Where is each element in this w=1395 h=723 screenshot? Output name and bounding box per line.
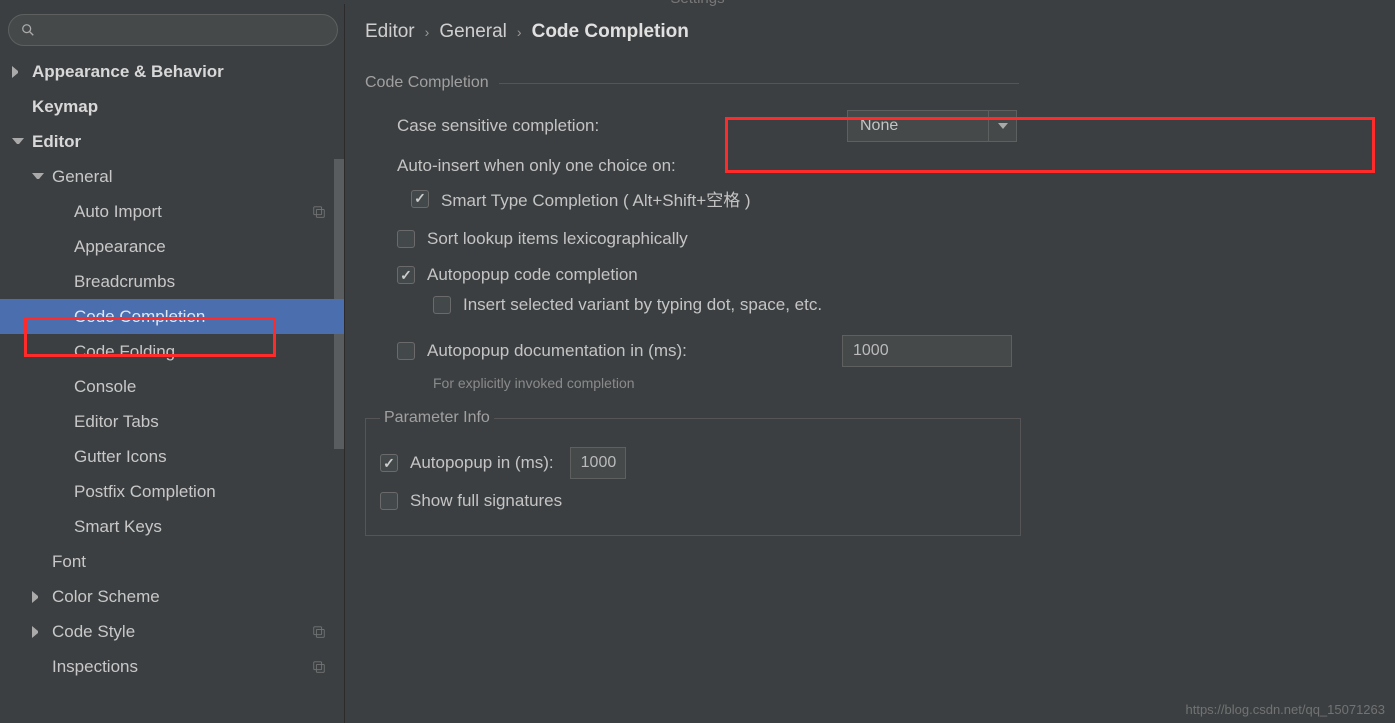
- tree-item-label: General: [52, 167, 112, 187]
- tree-item-console[interactable]: Console: [0, 369, 344, 404]
- param-autopopup-label: Autopopup in (ms):: [410, 453, 554, 473]
- tree-item-label: Code Style: [52, 622, 135, 642]
- breadcrumb-editor[interactable]: Editor: [365, 21, 415, 43]
- project-scope-icon: [312, 660, 326, 674]
- tree-item-label: Postfix Completion: [74, 482, 216, 502]
- tree-item-code-completion[interactable]: Code Completion: [0, 299, 344, 334]
- dropdown-button[interactable]: [988, 111, 1016, 141]
- tree-item-keymap[interactable]: Keymap: [0, 89, 344, 124]
- tree-item-label: Editor Tabs: [74, 412, 159, 432]
- auto-insert-label: Auto-insert when only one choice on:: [397, 156, 676, 176]
- autopopup-code-checkbox[interactable]: [397, 266, 415, 284]
- autopopup-doc-hint: For explicitly invoked completion: [433, 375, 1375, 391]
- tree-item-label: Keymap: [32, 97, 98, 117]
- autopopup-code-label: Autopopup code completion: [427, 265, 638, 285]
- tree-item-label: Color Scheme: [52, 587, 160, 607]
- tree-item-code-folding[interactable]: Code Folding: [0, 334, 344, 369]
- tree-item-font[interactable]: Font: [0, 544, 344, 579]
- breadcrumb-general[interactable]: General: [439, 21, 507, 43]
- tree-item-label: Console: [74, 377, 136, 397]
- settings-container: Appearance & Behavior Keymap Editor General…: [0, 4, 1395, 723]
- tree-item-appearance[interactable]: Appearance: [0, 229, 344, 264]
- case-sensitive-label: Case sensitive completion:: [397, 116, 847, 136]
- divider: [499, 83, 1019, 84]
- main-panel: Editor › General › Code Completion Code …: [345, 4, 1395, 723]
- search-input[interactable]: [8, 14, 338, 46]
- project-scope-icon: [312, 205, 326, 219]
- sort-lex-checkbox[interactable]: [397, 230, 415, 248]
- tree-item-general[interactable]: General: [0, 159, 344, 194]
- smart-type-label: Smart Type Completion ( Alt+Shift+空格 ): [441, 186, 751, 211]
- tree-item-label: Breadcrumbs: [74, 272, 175, 292]
- breadcrumb-current: Code Completion: [532, 21, 689, 43]
- tree-item-label: Appearance & Behavior: [32, 62, 224, 82]
- select-value: None: [848, 117, 988, 135]
- show-full-signatures-checkbox[interactable]: [380, 492, 398, 510]
- parameter-info-legend: Parameter Info: [380, 409, 494, 427]
- tree-item-label: Gutter Icons: [74, 447, 167, 467]
- chevron-right-icon: ›: [425, 24, 430, 40]
- smart-type-checkbox[interactable]: [411, 190, 429, 208]
- tree-item-color-scheme[interactable]: Color Scheme: [0, 579, 344, 614]
- tree-item-gutter-icons[interactable]: Gutter Icons: [0, 439, 344, 474]
- tree-item-code-style[interactable]: Code Style: [0, 614, 344, 649]
- tree-item-smart-keys[interactable]: Smart Keys: [0, 509, 344, 544]
- tree-item-label: Inspections: [52, 657, 138, 677]
- watermark: https://blog.csdn.net/qq_15071263: [1186, 702, 1386, 717]
- tree-item-postfix-completion[interactable]: Postfix Completion: [0, 474, 344, 509]
- tree-item-auto-import[interactable]: Auto Import: [0, 194, 344, 229]
- param-autopopup-input[interactable]: 1000: [570, 447, 626, 479]
- tree-item-editor[interactable]: Editor: [0, 124, 344, 159]
- tree-item-inspections[interactable]: Inspections: [0, 649, 344, 684]
- tree-item-editor-tabs[interactable]: Editor Tabs: [0, 404, 344, 439]
- chevron-right-icon: [12, 66, 24, 78]
- tree-item-appearance-behavior[interactable]: Appearance & Behavior: [0, 54, 344, 89]
- chevron-down-icon: [998, 123, 1008, 129]
- insert-variant-label: Insert selected variant by typing dot, s…: [463, 295, 822, 315]
- sort-lex-label: Sort lookup items lexicographically: [427, 229, 688, 249]
- parameter-info-group: Parameter Info Autopopup in (ms): 1000 S…: [365, 409, 1021, 536]
- autopopup-doc-label: Autopopup documentation in (ms):: [427, 341, 842, 361]
- autopopup-doc-checkbox[interactable]: [397, 342, 415, 360]
- tree-item-breadcrumbs[interactable]: Breadcrumbs: [0, 264, 344, 299]
- search-wrap: [0, 4, 344, 54]
- section-label: Code Completion: [365, 74, 489, 92]
- tree-item-label: Font: [52, 552, 86, 572]
- tree-item-label: Auto Import: [74, 202, 162, 222]
- project-scope-icon: [312, 625, 326, 639]
- chevron-right-icon: ›: [517, 24, 522, 40]
- settings-tree: Appearance & Behavior Keymap Editor General…: [0, 54, 344, 723]
- tree-item-label: Editor: [32, 132, 81, 152]
- chevron-down-icon: [12, 138, 24, 150]
- breadcrumb: Editor › General › Code Completion: [365, 4, 1375, 60]
- tree-item-label: Code Folding: [74, 342, 175, 362]
- search-icon: [21, 23, 35, 37]
- case-sensitive-select[interactable]: None: [847, 110, 1017, 142]
- insert-variant-checkbox[interactable]: [433, 296, 451, 314]
- param-autopopup-checkbox[interactable]: [380, 454, 398, 472]
- tree-item-label: Appearance: [74, 237, 166, 257]
- chevron-right-icon: [32, 591, 44, 603]
- tree-item-label: Code Completion: [74, 307, 205, 327]
- show-full-signatures-label: Show full signatures: [410, 491, 562, 511]
- tree-item-label: Smart Keys: [74, 517, 162, 537]
- section-code-completion: Code Completion: [365, 74, 1375, 92]
- chevron-right-icon: [32, 626, 44, 638]
- sidebar: Appearance & Behavior Keymap Editor General…: [0, 4, 345, 723]
- chevron-down-icon: [32, 173, 44, 185]
- autopopup-doc-input[interactable]: 1000: [842, 335, 1012, 367]
